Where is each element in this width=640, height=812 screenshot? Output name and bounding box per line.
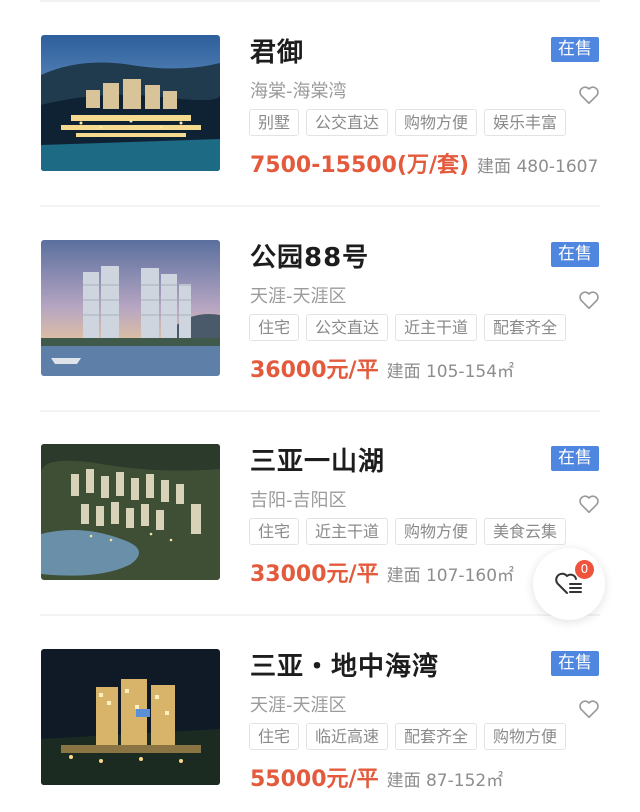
feature-tag: 购物方便	[395, 109, 478, 136]
feature-tag: 近主干道	[306, 518, 389, 545]
floor-area: 建面 87-152㎡	[386, 771, 504, 791]
feature-tag: 临近高速	[306, 723, 389, 750]
feature-tag: 娱乐丰富	[484, 109, 567, 136]
listing-photo[interactable]	[41, 240, 220, 376]
floor-area: 建面 107-160㎡	[386, 566, 515, 586]
favorite-heart-icon[interactable]	[578, 84, 600, 106]
feature-tag: 住宅	[249, 723, 300, 750]
listing-card[interactable]: 君御 在售 海棠-海棠湾 别墅 公交直达 购物方便 娱乐丰富 7500-1550…	[0, 2, 640, 207]
price-row: 7500-15500(万/套) 建面 480-1607㎡	[250, 147, 600, 179]
aerial-community-photo	[41, 444, 220, 580]
status-badge: 在售	[551, 37, 599, 62]
price: 36000元/平	[250, 358, 379, 383]
favorite-heart-icon[interactable]	[578, 698, 600, 720]
floor-area: 建面 105-154㎡	[386, 362, 515, 382]
listing-photo[interactable]	[41, 649, 220, 785]
district-label: 海棠-海棠湾	[250, 81, 347, 102]
tag-list: 住宅 公交直达 近主干道 配套齐全	[249, 314, 567, 342]
feature-tag: 公交直达	[306, 314, 389, 341]
price: 55000元/平	[250, 767, 379, 792]
feature-tag: 住宅	[249, 314, 300, 341]
listing-photo[interactable]	[41, 444, 220, 580]
highrise-photo	[41, 240, 220, 376]
feature-tag: 购物方便	[484, 723, 567, 750]
tag-list: 别墅 公交直达 购物方便 娱乐丰富	[249, 109, 567, 137]
floor-area: 建面 480-1607㎡	[477, 157, 600, 177]
price-row: 36000元/平 建面 105-154㎡	[250, 352, 600, 384]
property-name[interactable]: 君御	[250, 32, 304, 69]
price: 33000元/平	[250, 562, 379, 587]
status-badge: 在售	[551, 242, 599, 267]
tag-list: 住宅 近主干道 购物方便 美食云集	[249, 518, 567, 546]
property-name[interactable]: 三亚一山湖	[250, 441, 385, 478]
district-label: 吉阳-吉阳区	[250, 490, 347, 511]
property-name[interactable]: 三亚・地中海湾	[250, 646, 439, 683]
feature-tag: 公交直达	[306, 109, 389, 136]
favorites-float-button[interactable]: 0	[533, 548, 605, 620]
night-building-photo	[41, 649, 220, 785]
favorite-heart-icon[interactable]	[578, 289, 600, 311]
feature-tag: 配套齐全	[395, 723, 478, 750]
feature-tag: 美食云集	[484, 518, 567, 545]
resort-photo	[41, 35, 220, 171]
listing-photo[interactable]	[41, 35, 220, 171]
feature-tag: 别墅	[249, 109, 300, 136]
feature-tag: 配套齐全	[484, 314, 567, 341]
status-badge: 在售	[551, 446, 599, 471]
property-name[interactable]: 公园88号	[250, 237, 369, 274]
feature-tag: 住宅	[249, 518, 300, 545]
favorite-heart-icon[interactable]	[578, 493, 600, 515]
listing-page: 君御 在售 海棠-海棠湾 别墅 公交直达 购物方便 娱乐丰富 7500-1550…	[0, 0, 640, 812]
status-badge: 在售	[551, 651, 599, 676]
listing-card[interactable]: 公园88号 在售 天涯-天涯区 住宅 公交直达 近主干道 配套齐全 36000元…	[0, 207, 640, 412]
feature-tag: 近主干道	[395, 314, 478, 341]
price-row: 55000元/平 建面 87-152㎡	[250, 761, 600, 793]
favorites-count-badge: 0	[575, 560, 594, 579]
feature-tag: 购物方便	[395, 518, 478, 545]
district-label: 天涯-天涯区	[250, 695, 347, 716]
listing-card[interactable]: 三亚・地中海湾 在售 天涯-天涯区 住宅 临近高速 配套齐全 购物方便 5500…	[0, 616, 640, 812]
tag-list: 住宅 临近高速 配套齐全 购物方便	[249, 723, 567, 751]
price: 7500-15500(万/套)	[250, 153, 470, 178]
district-label: 天涯-天涯区	[250, 286, 347, 307]
